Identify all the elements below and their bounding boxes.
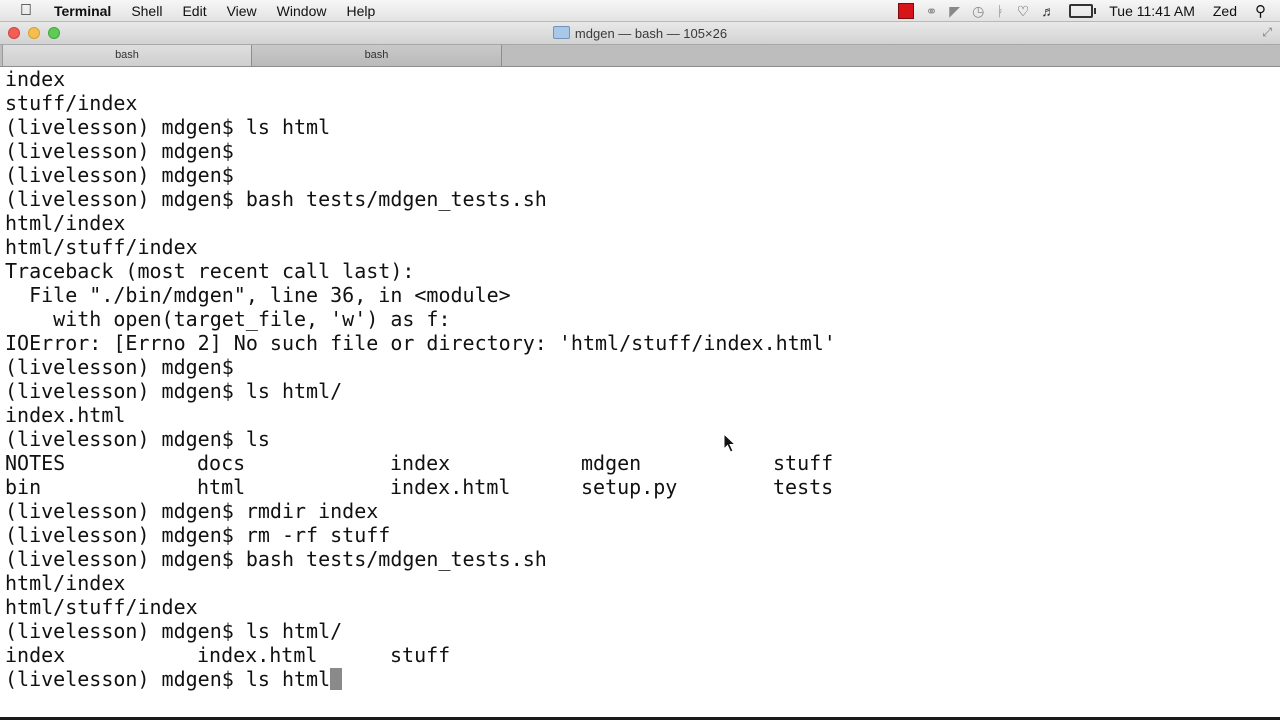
terminal-line: (livelesson) mdgen$	[5, 139, 234, 163]
time-machine-icon[interactable]: ◤	[949, 0, 960, 22]
terminal-output[interactable]: index stuff/index (livelesson) mdgen$ ls…	[0, 67, 1280, 720]
terminal-line: (livelesson) mdgen$ ls	[5, 427, 270, 451]
terminal-line: index.html	[5, 403, 126, 427]
volume-icon[interactable]: ♬	[1041, 0, 1055, 22]
terminal-line: html/index	[5, 571, 126, 595]
battery-icon[interactable]	[1069, 4, 1097, 18]
ls-entry: index	[390, 451, 451, 475]
terminal-line: (livelesson) mdgen$ ls html/	[5, 379, 343, 403]
window-title: mdgen — bash — 105×26	[574, 26, 728, 41]
window-title-container: mdgen — bash — 105×26	[0, 22, 1280, 45]
terminal-line: (livelesson) mdgen$ ls html/	[5, 619, 343, 643]
text-cursor	[330, 668, 343, 690]
mouse-pointer-icon	[723, 432, 737, 453]
ls-entry: index	[5, 643, 66, 667]
ls-entry: html	[197, 475, 246, 499]
ls-entry: NOTES	[5, 451, 66, 475]
terminal-line: stuff/index	[5, 91, 138, 115]
tab-bar: bash bash	[0, 45, 1280, 67]
menu-clock[interactable]: Tue 11:41 AM	[1109, 3, 1195, 19]
menu-shell[interactable]: Shell	[131, 0, 162, 22]
history-clock-icon[interactable]: ◷	[972, 0, 984, 22]
status-area: ⚭ ◤ ◷ ᛓ ♡ ♬ Tue 11:41 AM Zed ⚲	[897, 0, 1266, 22]
window-title-bar[interactable]: mdgen — bash — 105×26 ⤢	[0, 22, 1280, 45]
menu-list: Terminal Shell Edit View Window Help	[54, 0, 395, 22]
terminal-line: (livelesson) mdgen$	[5, 355, 234, 379]
spotlight-search-icon[interactable]: ⚲	[1255, 2, 1266, 20]
terminal-line: with open(target_file, 'w') as f:	[5, 307, 451, 331]
ls-output-row: index index.html stuff	[5, 643, 836, 667]
terminal-line: index	[5, 67, 66, 91]
ls-output-row: bin html index.html setup.py tests	[5, 475, 836, 499]
terminal-line: (livelesson) mdgen$	[5, 163, 234, 187]
tab-bash-2[interactable]: bash	[252, 45, 502, 66]
terminal-line: (livelesson) mdgen$ rm -rf stuff	[5, 523, 391, 547]
sync-icon[interactable]: ⚭	[926, 0, 938, 22]
menu-view[interactable]: View	[227, 0, 257, 22]
ls-entry: index.html	[197, 643, 318, 667]
terminal-line: (livelesson) mdgen$ ls html	[5, 115, 331, 139]
ls-entry: setup.py	[581, 475, 678, 499]
terminal-line: (livelesson) mdgen$ bash tests/mdgen_tes…	[5, 547, 547, 571]
ls-entry: stuff	[773, 451, 834, 475]
terminal-line: (livelesson) mdgen$ bash tests/mdgen_tes…	[5, 187, 547, 211]
fullscreen-icon[interactable]: ⤢	[1262, 25, 1272, 40]
current-prompt-line[interactable]: (livelesson) mdgen$ ls html	[5, 667, 836, 691]
terminal-line: html/stuff/index	[5, 595, 198, 619]
menu-bar:  Terminal Shell Edit View Window Help ⚭…	[0, 0, 1280, 22]
terminal-line: Traceback (most recent call last):	[5, 259, 415, 283]
menu-window[interactable]: Window	[277, 0, 327, 22]
terminal-line: File "./bin/mdgen", line 36, in <module>	[5, 283, 511, 307]
ls-entry: index.html	[390, 475, 511, 499]
terminal-line: IOError: [Errno 2] No such file or direc…	[5, 331, 836, 355]
terminal-line: html/index	[5, 211, 126, 235]
folder-icon	[552, 26, 570, 39]
ls-entry: tests	[773, 475, 834, 499]
wifi-icon[interactable]: ♡	[1017, 0, 1030, 22]
ls-entry: docs	[197, 451, 246, 475]
menu-edit[interactable]: Edit	[182, 0, 206, 22]
ls-entry: stuff	[390, 643, 451, 667]
terminal-line: (livelesson) mdgen$ rmdir index	[5, 499, 379, 523]
tab-bash-1[interactable]: bash	[2, 45, 252, 66]
menu-help[interactable]: Help	[346, 0, 375, 22]
apple-menu-icon[interactable]: 	[20, 1, 32, 21]
recording-indicator-icon[interactable]	[897, 3, 914, 19]
terminal-lines: index stuff/index (livelesson) mdgen$ ls…	[5, 67, 836, 691]
terminal-line: html/stuff/index	[5, 235, 198, 259]
bluetooth-icon[interactable]: ᛓ	[996, 0, 1004, 22]
user-menu[interactable]: Zed	[1213, 3, 1237, 19]
ls-entry: bin	[5, 475, 42, 499]
ls-entry: mdgen	[581, 451, 642, 475]
menu-app-name[interactable]: Terminal	[54, 0, 111, 22]
ls-output-row: NOTES docs index mdgen stuff	[5, 451, 836, 475]
